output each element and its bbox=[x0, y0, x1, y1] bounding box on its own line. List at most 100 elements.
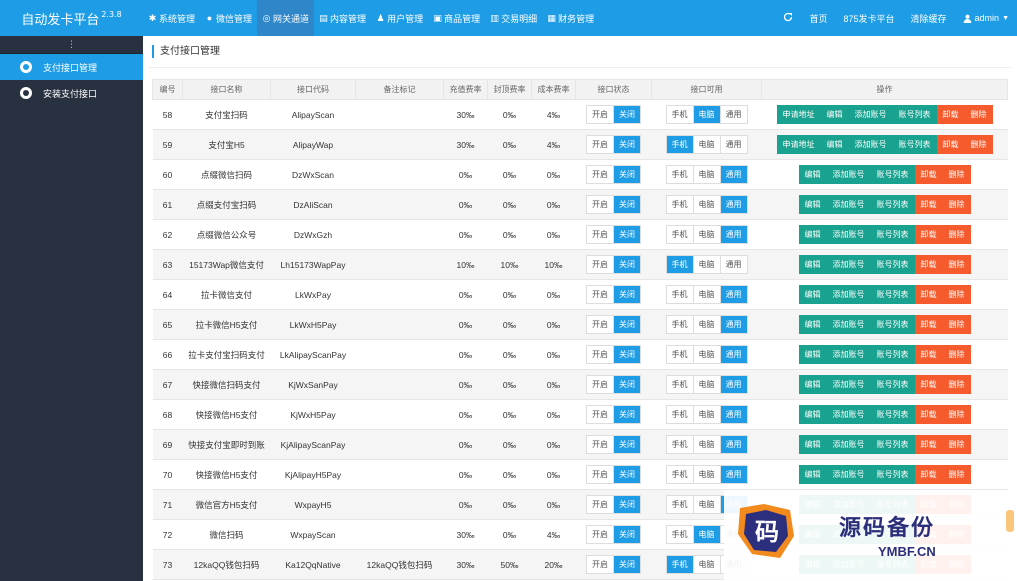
edit-button[interactable]: 编辑 bbox=[798, 435, 827, 454]
device-button-1[interactable]: 电脑 bbox=[693, 526, 721, 543]
device-button-2[interactable]: 通用 bbox=[720, 286, 747, 303]
sidebar-item-1[interactable]: 安装支付接口 bbox=[0, 80, 143, 106]
nav-item-5[interactable]: ▣ 商品管理 bbox=[428, 0, 485, 36]
status-on-button[interactable]: 开启 bbox=[587, 196, 614, 213]
uninstall-button[interactable]: 卸载 bbox=[914, 225, 943, 244]
device-button-0[interactable]: 手机 bbox=[666, 556, 694, 573]
status-on-button[interactable]: 开启 bbox=[587, 466, 614, 483]
device-button-2[interactable]: 通用 bbox=[720, 406, 747, 423]
device-button-1[interactable]: 电脑 bbox=[693, 286, 721, 303]
delete-button[interactable]: 删除 bbox=[964, 135, 993, 154]
status-on-button[interactable]: 开启 bbox=[587, 316, 614, 333]
status-off-button[interactable]: 关闭 bbox=[614, 406, 640, 423]
list-button[interactable]: 账号列表 bbox=[870, 345, 915, 364]
edit-button[interactable]: 编辑 bbox=[798, 315, 827, 334]
device-button-1[interactable]: 电脑 bbox=[693, 406, 721, 423]
device-button-2[interactable]: 通用 bbox=[720, 196, 747, 213]
device-button-0[interactable]: 手机 bbox=[666, 256, 694, 273]
edit-button[interactable]: 编辑 bbox=[798, 225, 827, 244]
uninstall-button[interactable]: 卸载 bbox=[914, 435, 943, 454]
device-button-0[interactable]: 手机 bbox=[666, 346, 694, 363]
status-off-button[interactable]: 关闭 bbox=[614, 556, 640, 573]
device-button-0[interactable]: 手机 bbox=[666, 286, 694, 303]
add-button[interactable]: 添加账号 bbox=[826, 165, 871, 184]
uninstall-button[interactable]: 卸载 bbox=[914, 285, 943, 304]
device-button-0[interactable]: 手机 bbox=[666, 526, 694, 543]
list-button[interactable]: 账号列表 bbox=[870, 435, 915, 454]
delete-button[interactable]: 删除 bbox=[942, 195, 971, 214]
uninstall-button[interactable]: 卸载 bbox=[914, 375, 943, 394]
status-off-button[interactable]: 关闭 bbox=[614, 526, 640, 543]
status-off-button[interactable]: 关闭 bbox=[614, 376, 640, 393]
delete-button[interactable]: 删除 bbox=[942, 375, 971, 394]
status-off-button[interactable]: 关闭 bbox=[614, 496, 640, 513]
device-button-1[interactable]: 电脑 bbox=[693, 466, 721, 483]
add-button[interactable]: 添加账号 bbox=[826, 195, 871, 214]
add-button[interactable]: 添加账号 bbox=[848, 135, 893, 154]
delete-button[interactable]: 删除 bbox=[942, 405, 971, 424]
uninstall-button[interactable]: 卸载 bbox=[936, 105, 965, 124]
device-button-1[interactable]: 电脑 bbox=[693, 496, 721, 513]
status-off-button[interactable]: 关闭 bbox=[614, 166, 640, 183]
add-button[interactable]: 添加账号 bbox=[826, 405, 871, 424]
device-button-2[interactable]: 通用 bbox=[720, 256, 747, 273]
home-link[interactable]: 首页 bbox=[801, 12, 835, 25]
device-button-0[interactable]: 手机 bbox=[666, 316, 694, 333]
status-on-button[interactable]: 开启 bbox=[587, 166, 614, 183]
list-button[interactable]: 账号列表 bbox=[870, 195, 915, 214]
device-button-2[interactable]: 通用 bbox=[720, 226, 747, 243]
nav-item-3[interactable]: ▤ 内容管理 bbox=[314, 0, 371, 36]
device-button-2[interactable]: 通用 bbox=[720, 316, 747, 333]
device-button-1[interactable]: 电脑 bbox=[693, 316, 721, 333]
edit-button[interactable]: 编辑 bbox=[798, 285, 827, 304]
edit-button[interactable]: 编辑 bbox=[820, 135, 849, 154]
apply-button[interactable]: 申请地址 bbox=[776, 135, 821, 154]
device-button-0[interactable]: 手机 bbox=[666, 436, 694, 453]
add-button[interactable]: 添加账号 bbox=[826, 435, 871, 454]
status-on-button[interactable]: 开启 bbox=[587, 226, 614, 243]
uninstall-button[interactable]: 卸载 bbox=[936, 135, 965, 154]
uninstall-button[interactable]: 卸载 bbox=[914, 255, 943, 274]
add-button[interactable]: 添加账号 bbox=[826, 255, 871, 274]
status-on-button[interactable]: 开启 bbox=[587, 436, 614, 453]
uninstall-button[interactable]: 卸载 bbox=[914, 345, 943, 364]
site-link[interactable]: 875发卡平台 bbox=[836, 12, 903, 25]
uninstall-button[interactable]: 卸载 bbox=[914, 315, 943, 334]
add-button[interactable]: 添加账号 bbox=[826, 285, 871, 304]
edit-button[interactable]: 编辑 bbox=[798, 375, 827, 394]
list-button[interactable]: 账号列表 bbox=[870, 255, 915, 274]
list-button[interactable]: 账号列表 bbox=[870, 315, 915, 334]
device-button-2[interactable]: 通用 bbox=[720, 136, 747, 153]
status-on-button[interactable]: 开启 bbox=[587, 556, 614, 573]
add-button[interactable]: 添加账号 bbox=[826, 345, 871, 364]
delete-button[interactable]: 删除 bbox=[942, 345, 971, 364]
add-button[interactable]: 添加账号 bbox=[826, 465, 871, 484]
nav-item-1[interactable]: ● 微信管理 bbox=[200, 0, 257, 36]
status-off-button[interactable]: 关闭 bbox=[614, 106, 640, 123]
device-button-0[interactable]: 手机 bbox=[666, 166, 694, 183]
status-off-button[interactable]: 关闭 bbox=[614, 196, 640, 213]
device-button-1[interactable]: 电脑 bbox=[693, 346, 721, 363]
delete-button[interactable]: 删除 bbox=[942, 435, 971, 454]
device-button-0[interactable]: 手机 bbox=[666, 226, 694, 243]
status-on-button[interactable]: 开启 bbox=[587, 406, 614, 423]
delete-button[interactable]: 删除 bbox=[942, 165, 971, 184]
delete-button[interactable]: 删除 bbox=[942, 255, 971, 274]
nav-item-6[interactable]: ▥ 交易明细 bbox=[485, 0, 542, 36]
status-on-button[interactable]: 开启 bbox=[587, 106, 614, 123]
device-button-2[interactable]: 通用 bbox=[720, 376, 747, 393]
uninstall-button[interactable]: 卸载 bbox=[914, 195, 943, 214]
delete-button[interactable]: 删除 bbox=[964, 105, 993, 124]
status-off-button[interactable]: 关闭 bbox=[614, 316, 640, 333]
device-button-2[interactable]: 通用 bbox=[720, 346, 747, 363]
status-off-button[interactable]: 关闭 bbox=[614, 436, 640, 453]
apply-button[interactable]: 申请地址 bbox=[776, 105, 821, 124]
device-button-0[interactable]: 手机 bbox=[666, 106, 694, 123]
status-on-button[interactable]: 开启 bbox=[587, 136, 614, 153]
device-button-1[interactable]: 电脑 bbox=[693, 256, 721, 273]
status-off-button[interactable]: 关闭 bbox=[614, 136, 640, 153]
edit-button[interactable]: 编辑 bbox=[798, 165, 827, 184]
list-button[interactable]: 账号列表 bbox=[892, 105, 937, 124]
device-button-0[interactable]: 手机 bbox=[666, 196, 694, 213]
edit-button[interactable]: 编辑 bbox=[798, 255, 827, 274]
